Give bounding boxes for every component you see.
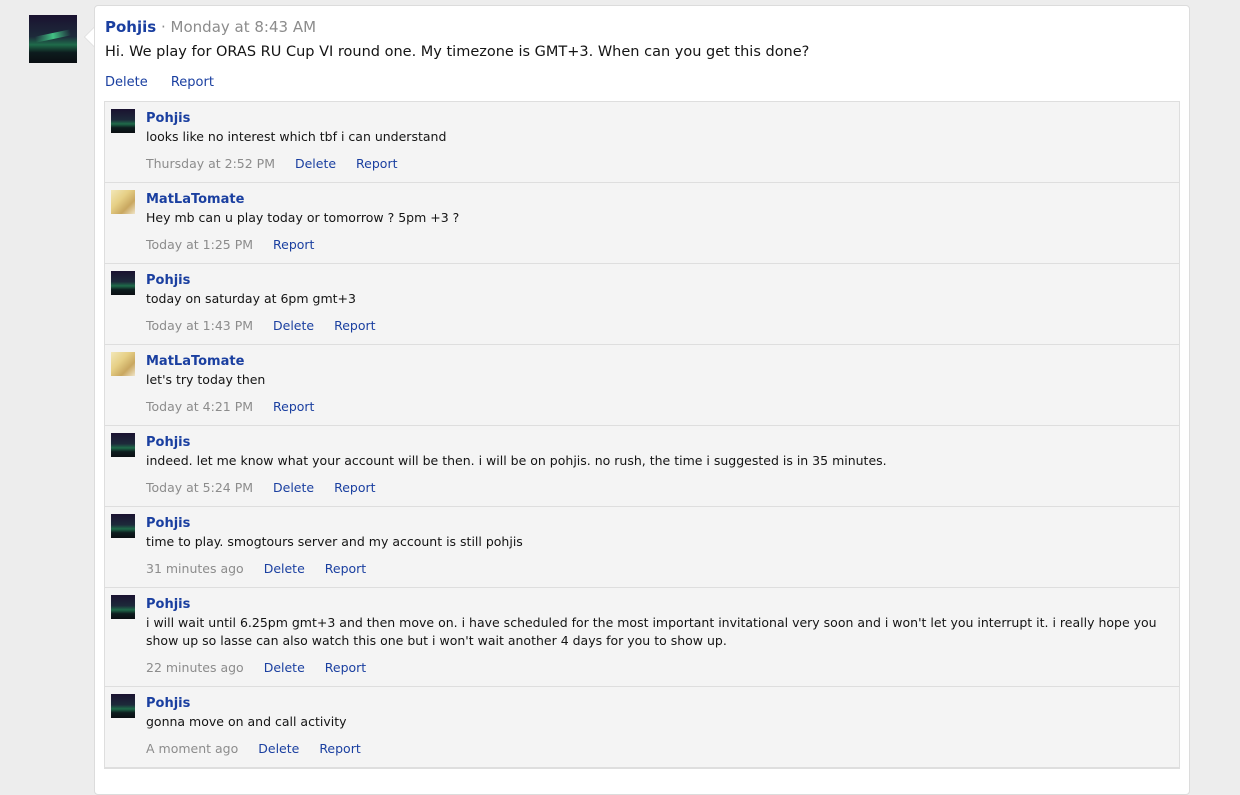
comment-report-link[interactable]: Report <box>334 480 375 495</box>
comment-timestamp[interactable]: Today at 5:24 PM <box>146 480 253 495</box>
aurora-avatar[interactable] <box>111 271 135 295</box>
comment-text: let's try today then <box>146 372 266 387</box>
comment-text: time to play. smogtours server and my ac… <box>146 534 523 549</box>
comment-meta: Today at 1:43 PM Delete Report <box>146 318 1169 334</box>
comment-delete-link[interactable]: Delete <box>273 480 314 495</box>
card-pointer <box>84 27 94 47</box>
comment-report-link[interactable]: Report <box>273 399 314 414</box>
comment-timestamp[interactable]: A moment ago <box>146 741 238 756</box>
comment-item: Pohjis indeed. let me know what your acc… <box>105 426 1179 507</box>
comment-item: Pohjis today on saturday at 6pm gmt+3 To… <box>105 264 1179 345</box>
comment-delete-link[interactable]: Delete <box>258 741 299 756</box>
aurora-avatar[interactable] <box>111 109 135 133</box>
post-delete-link[interactable]: Delete <box>105 75 148 90</box>
aurora-avatar[interactable] <box>111 514 135 538</box>
comment-item: MatLaTomate Hey mb can u play today or t… <box>105 183 1179 264</box>
comment-text: today on saturday at 6pm gmt+3 <box>146 291 356 306</box>
comment-meta: Today at 4:21 PM Report <box>146 399 1169 415</box>
comment-report-link[interactable]: Report <box>334 318 375 333</box>
pokemon-avatar[interactable] <box>111 352 135 376</box>
author-avatar[interactable] <box>29 15 77 63</box>
comment-author-link[interactable]: Pohjis <box>146 272 1169 289</box>
comment-report-link[interactable]: Report <box>356 156 397 171</box>
comment-author-link[interactable]: MatLaTomate <box>146 191 1169 208</box>
comment-item: Pohjis gonna move on and call activity A… <box>105 687 1179 768</box>
comment-author-link[interactable]: Pohjis <box>146 596 1169 613</box>
comment-author-link[interactable]: Pohjis <box>146 434 1169 451</box>
comment-timestamp[interactable]: 31 minutes ago <box>146 561 244 576</box>
comment-item: Pohjis i will wait until 6.25pm gmt+3 an… <box>105 588 1179 687</box>
comment-list: Pohjis looks like no interest which tbf … <box>104 101 1180 769</box>
comment-delete-link[interactable]: Delete <box>295 156 336 171</box>
comment-meta: Today at 1:25 PM Report <box>146 237 1169 253</box>
comment-author-link[interactable]: Pohjis <box>146 695 1169 712</box>
comment-meta: 31 minutes ago Delete Report <box>146 561 1169 577</box>
post-report-link[interactable]: Report <box>171 75 214 90</box>
comment-meta: Thursday at 2:52 PM Delete Report <box>146 156 1169 172</box>
post-author-link[interactable]: Pohjis <box>105 18 156 36</box>
comment-text: i will wait until 6.25pm gmt+3 and then … <box>146 615 1157 648</box>
comment-timestamp[interactable]: Thursday at 2:52 PM <box>146 156 275 171</box>
comment-delete-link[interactable]: Delete <box>273 318 314 333</box>
post-actions: Delete Report <box>105 75 233 90</box>
aurora-avatar[interactable] <box>111 433 135 457</box>
comment-text: indeed. let me know what your account wi… <box>146 453 887 468</box>
comment-report-link[interactable]: Report <box>325 561 366 576</box>
comment-text: Hey mb can u play today or tomorrow ? 5p… <box>146 210 460 225</box>
comment-report-link[interactable]: Report <box>273 237 314 252</box>
comment-delete-link[interactable]: Delete <box>264 660 305 675</box>
comment-author-link[interactable]: MatLaTomate <box>146 353 1169 370</box>
comment-author-link[interactable]: Pohjis <box>146 515 1169 532</box>
comment-timestamp[interactable]: 22 minutes ago <box>146 660 244 675</box>
comment-timestamp[interactable]: Today at 1:25 PM <box>146 237 253 252</box>
comment-item: Pohjis time to play. smogtours server an… <box>105 507 1179 588</box>
pokemon-avatar[interactable] <box>111 190 135 214</box>
comment-item: Pohjis looks like no interest which tbf … <box>105 102 1179 183</box>
comment-item: MatLaTomate let's try today then Today a… <box>105 345 1179 426</box>
comment-delete-link[interactable]: Delete <box>264 561 305 576</box>
comment-report-link[interactable]: Report <box>319 741 360 756</box>
comment-text: gonna move on and call activity <box>146 714 347 729</box>
aurora-avatar[interactable] <box>111 595 135 619</box>
header-separator: · <box>160 18 166 36</box>
post-message: Hi. We play for ORAS RU Cup VI round one… <box>105 44 810 60</box>
post-timestamp[interactable]: Monday at 8:43 AM <box>171 18 316 36</box>
comment-meta: A moment ago Delete Report <box>146 741 1169 757</box>
aurora-avatar[interactable] <box>111 694 135 718</box>
comment-timestamp[interactable]: Today at 4:21 PM <box>146 399 253 414</box>
comment-author-link[interactable]: Pohjis <box>146 110 1169 127</box>
comment-timestamp[interactable]: Today at 1:43 PM <box>146 318 253 333</box>
comment-meta: Today at 5:24 PM Delete Report <box>146 480 1169 496</box>
comment-meta: 22 minutes ago Delete Report <box>146 660 1169 676</box>
comment-report-link[interactable]: Report <box>325 660 366 675</box>
comment-text: looks like no interest which tbf i can u… <box>146 129 447 144</box>
post-header: Pohjis · Monday at 8:43 AM <box>105 17 316 37</box>
